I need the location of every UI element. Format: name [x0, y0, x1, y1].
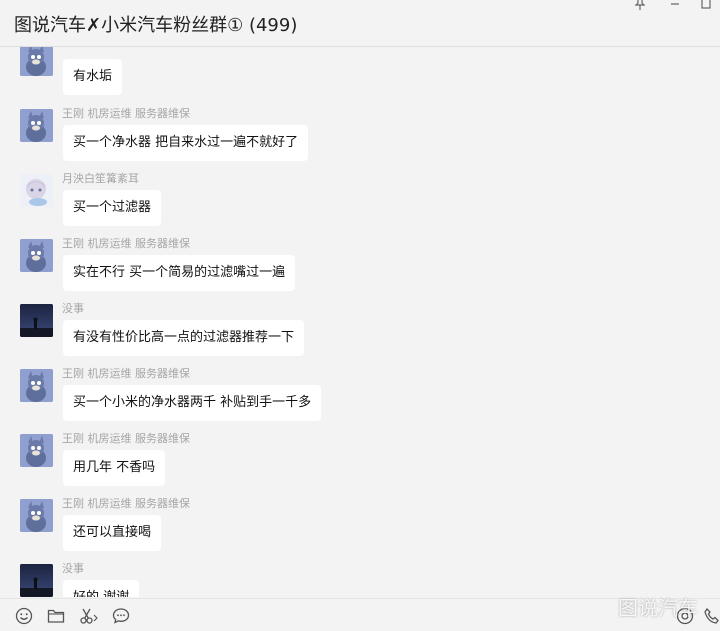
- message-bubble[interactable]: 用几年 不香吗: [63, 450, 166, 486]
- sender-name: 王刚 机房运维 服务器维保: [62, 367, 190, 380]
- folder-icon[interactable]: [45, 605, 67, 627]
- sender-name: 没事: [62, 562, 84, 575]
- phone-icon[interactable]: [700, 605, 720, 627]
- cat-avatar[interactable]: [20, 47, 53, 76]
- scissors-icon[interactable]: [78, 605, 100, 627]
- message-bubble[interactable]: 买一个过滤器: [63, 190, 162, 226]
- input-toolbar: [0, 598, 720, 631]
- sender-name: 王刚 机房运维 服务器维保: [62, 432, 190, 445]
- message-bubble[interactable]: 有水垢: [63, 59, 123, 95]
- sender-name: 王刚 机房运维 服务器维保: [62, 107, 190, 120]
- chat-message-list[interactable]: 有水垢 王刚 机房运维 服务器维保 买一个净水器 把自来水过一遍不就好了 月泱白…: [0, 47, 720, 597]
- message-bubble[interactable]: 买一个净水器 把自来水过一遍不就好了: [63, 125, 309, 161]
- message-bubble[interactable]: 买一个小米的净水器两千 补贴到手一千多: [63, 385, 322, 421]
- title-bar: 图说汽车✗小米汽车粉丝群① (499): [0, 0, 720, 47]
- cat-avatar[interactable]: [20, 109, 53, 142]
- message-bubble[interactable]: 有没有性价比高一点的过滤器推荐一下: [63, 320, 305, 356]
- pin-icon[interactable]: [632, 0, 648, 12]
- cat-avatar[interactable]: [20, 239, 53, 272]
- cat-avatar[interactable]: [20, 434, 53, 467]
- night-sky-avatar[interactable]: [20, 564, 53, 597]
- sender-name: 月泱白笙篝紊耳: [62, 172, 139, 185]
- maximize-icon[interactable]: [698, 0, 714, 12]
- chat-title: 图说汽车✗小米汽车粉丝群① (499): [14, 15, 298, 36]
- cat-avatar[interactable]: [20, 369, 53, 402]
- message-bubble[interactable]: 实在不行 买一个简易的过滤嘴过一遍: [63, 255, 296, 291]
- anime-girl-avatar[interactable]: [20, 174, 53, 207]
- sender-name: 没事: [62, 302, 84, 315]
- night-sky-avatar[interactable]: [20, 304, 53, 337]
- chat-bubble-icon[interactable]: [110, 605, 132, 627]
- sender-name: 王刚 机房运维 服务器维保: [62, 237, 190, 250]
- emoji-icon[interactable]: [13, 605, 35, 627]
- message-bubble[interactable]: 还可以直接喝: [63, 515, 162, 551]
- minimize-icon[interactable]: [667, 0, 683, 12]
- message-bubble[interactable]: 好的 谢谢: [63, 580, 140, 597]
- sender-name: 王刚 机房运维 服务器维保: [62, 497, 190, 510]
- cat-avatar[interactable]: [20, 499, 53, 532]
- watermark-text: 图说汽车: [618, 596, 698, 620]
